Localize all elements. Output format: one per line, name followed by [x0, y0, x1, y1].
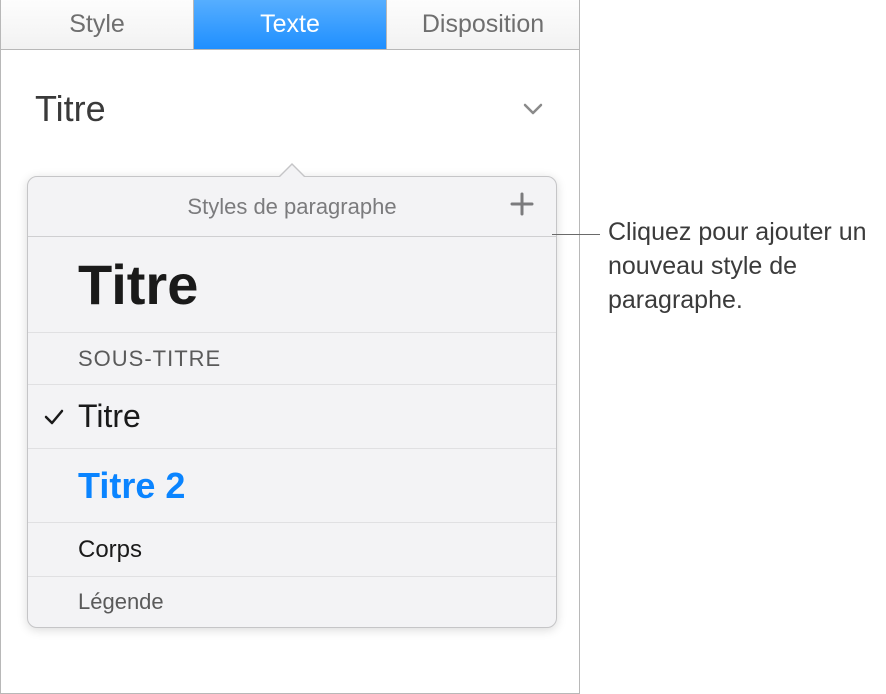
popover-title: Styles de paragraphe [187, 194, 396, 220]
style-item-caption[interactable]: Légende [28, 577, 556, 627]
tab-bar: Style Texte Disposition [1, 0, 579, 50]
style-item-label: Titre [78, 398, 141, 435]
tab-texte[interactable]: Texte [194, 0, 387, 49]
callout-leader-line [552, 234, 600, 235]
callout-text: Cliquez pour ajouter un nouveau style de… [608, 216, 883, 317]
add-paragraph-style-button[interactable] [504, 189, 540, 225]
check-icon [42, 405, 66, 429]
style-item-label: Titre [78, 252, 198, 317]
paragraph-style-list: Titre Sous-titre Titre Titre 2 Corps Lég… [28, 237, 556, 627]
paragraph-styles-popover: Styles de paragraphe Titre Sous-titre Ti… [27, 176, 557, 628]
paragraph-style-current: Titre [35, 88, 106, 130]
style-item-subtitle[interactable]: Sous-titre [28, 333, 556, 385]
plus-icon [509, 191, 535, 222]
style-item-heading[interactable]: Titre [28, 385, 556, 449]
style-item-title[interactable]: Titre [28, 237, 556, 333]
tab-style[interactable]: Style [1, 0, 194, 49]
style-item-label: Sous-titre [78, 346, 221, 372]
chevron-down-icon [521, 97, 545, 121]
popover-header: Styles de paragraphe [28, 177, 556, 237]
tab-disposition[interactable]: Disposition [387, 0, 579, 49]
style-item-body[interactable]: Corps [28, 523, 556, 577]
style-item-heading2[interactable]: Titre 2 [28, 449, 556, 523]
style-item-label: Corps [78, 536, 142, 564]
style-item-label: Légende [78, 589, 164, 615]
style-item-label: Titre 2 [78, 465, 185, 507]
inspector-panel: Style Texte Disposition Titre Styles de … [0, 0, 580, 694]
paragraph-style-dropdown[interactable]: Titre [1, 50, 579, 160]
